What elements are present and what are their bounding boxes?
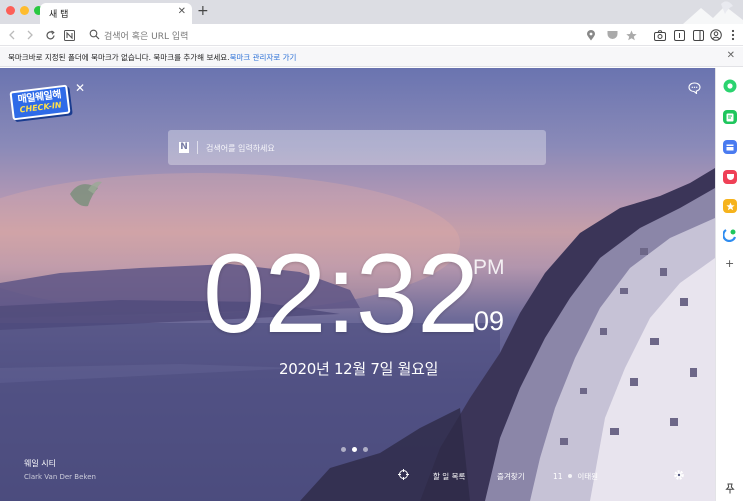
sidebar-toggle-button[interactable] — [690, 27, 706, 43]
whale-decoration-icon — [683, 1, 743, 24]
bookmark-star-button[interactable] — [623, 27, 639, 43]
profile-button[interactable] — [708, 27, 724, 43]
bookmark-bar: 북마크바로 지정된 폴더에 북마크가 없습니다. 북마크를 추가해 보세요.북마… — [0, 47, 743, 67]
sidebar-add-button[interactable]: + — [725, 257, 734, 270]
photo-credit[interactable]: Clark Van Der Beken — [24, 473, 96, 481]
slide-dot[interactable] — [363, 447, 368, 452]
sidebar-favorites[interactable] — [723, 199, 737, 213]
weather-widget[interactable]: 11 이태원 — [553, 471, 598, 482]
slide-dot-active[interactable] — [352, 447, 357, 452]
weather-temperature: 11 — [553, 472, 563, 481]
new-tab-button[interactable]: + — [197, 3, 209, 19]
slide-indicator — [341, 447, 368, 452]
clock-seconds: 09 — [474, 306, 505, 336]
naver-n-icon — [63, 29, 75, 41]
favorites-button[interactable]: 즐겨찾기 — [497, 471, 525, 482]
more-vertical-icon — [731, 29, 735, 41]
calendar-icon — [726, 144, 734, 151]
green-circle-icon — [723, 79, 737, 93]
reload-icon — [45, 30, 55, 39]
camera-icon — [654, 29, 666, 41]
star-icon — [625, 30, 637, 40]
reader-icon — [673, 29, 685, 41]
sidebar-calendar[interactable] — [723, 140, 737, 154]
photo-location: 웨일 시티 — [24, 459, 56, 468]
tab-close-icon[interactable]: ✕ — [178, 6, 186, 17]
clock-date: 2020년 12월 7일 월요일 — [279, 360, 439, 378]
right-sidebar: + — [715, 68, 743, 501]
location-pin-icon — [587, 29, 595, 40]
pocket-icon — [607, 31, 617, 39]
sidebar-translate[interactable] — [723, 228, 737, 242]
search-box[interactable]: N 검색어를 입력하세요 — [168, 130, 546, 165]
location-button[interactable] — [583, 27, 599, 43]
address-placeholder: 검색어 혹은 URL 입력 — [104, 32, 189, 42]
reload-button[interactable] — [42, 27, 58, 43]
chevron-left-icon — [9, 30, 15, 40]
star-icon — [725, 202, 735, 210]
minimize-window-button[interactable] — [20, 6, 29, 15]
new-tab-page: 매일웨일해 CHECK-IN ✕ N 검색어를 입력하세요 02:32 PM 0… — [0, 68, 715, 501]
capture-button[interactable] — [652, 27, 668, 43]
sidebar-icon — [692, 29, 704, 41]
bookmark-bar-close-icon[interactable]: ✕ — [727, 50, 735, 61]
naver-home-button[interactable] — [61, 27, 77, 43]
todo-list-button[interactable]: 할 일 목록 — [433, 471, 465, 482]
search-divider — [197, 141, 198, 154]
tab-new[interactable]: 새 탭 ✕ — [40, 3, 192, 24]
crosshair-icon[interactable] — [398, 469, 409, 480]
pocket-button[interactable] — [604, 27, 620, 43]
bookmark-empty-message: 북마크바로 지정된 폴더에 북마크가 없습니다. 북마크를 추가해 보세요. — [8, 53, 230, 62]
clock-time: 02:32 — [203, 231, 479, 356]
close-window-button[interactable] — [6, 6, 15, 15]
checkin-close-icon[interactable]: ✕ — [75, 81, 85, 95]
tab-strip: 새 탭 ✕ + — [0, 0, 743, 24]
window-controls — [6, 6, 43, 15]
reader-button[interactable] — [671, 27, 687, 43]
profile-icon — [710, 29, 722, 41]
clock-ampm: PM — [473, 256, 505, 279]
chevron-right-icon — [27, 30, 33, 40]
tab-title: 새 탭 — [49, 10, 69, 20]
search-icon — [89, 29, 100, 40]
pin-icon[interactable] — [725, 483, 735, 494]
pocket-icon — [726, 174, 734, 180]
menu-button[interactable] — [725, 27, 741, 43]
forward-button[interactable] — [22, 27, 38, 43]
bookmark-manager-link[interactable]: 북마크 관리자로 가기 — [230, 53, 297, 62]
back-button[interactable] — [4, 27, 20, 43]
gear-icon[interactable] — [673, 469, 685, 481]
sidebar-green-circle[interactable] — [723, 79, 737, 93]
sidebar-note[interactable] — [723, 110, 737, 124]
sidebar-pocket[interactable] — [723, 170, 737, 184]
weather-location: 이태원 — [577, 472, 599, 481]
address-bar[interactable]: 검색어 혹은 URL 입력 — [86, 25, 642, 45]
naver-logo-icon: N — [179, 142, 189, 153]
toolbar: 검색어 혹은 URL 입력 — [0, 24, 743, 46]
slide-dot[interactable] — [341, 447, 346, 452]
search-placeholder: 검색어를 입력하세요 — [206, 144, 275, 153]
chat-bubble-icon[interactable] — [688, 82, 701, 94]
note-icon — [726, 113, 734, 121]
weather-icon — [567, 474, 572, 478]
translate-icon — [723, 229, 737, 242]
browser-window: 새 탭 ✕ + 검색어 혹은 URL 입력 북마크바로 지정된 폴더에 북마크가… — [0, 0, 743, 501]
